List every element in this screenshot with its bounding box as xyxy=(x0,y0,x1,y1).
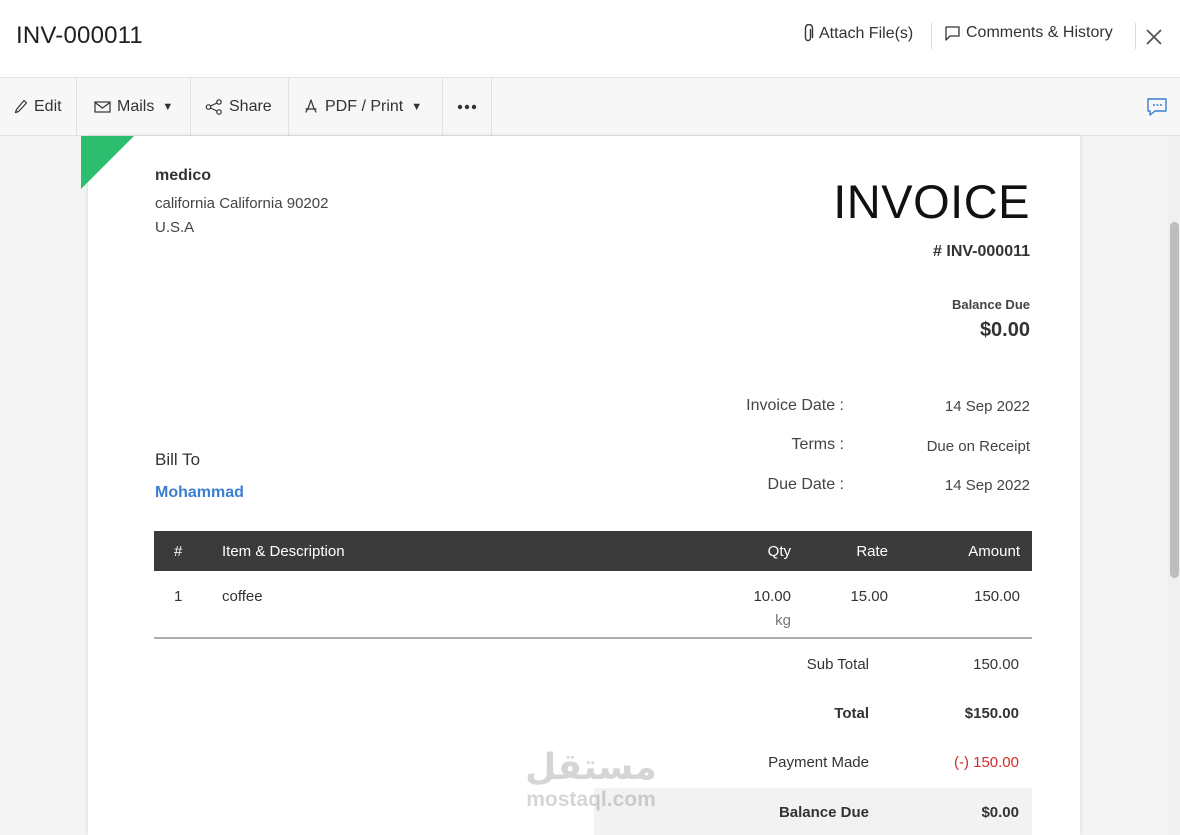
organization-address-line: california California 90202 xyxy=(155,195,329,212)
items-table-header: # Item & Description Qty Rate Amount xyxy=(154,531,1032,571)
customer-name-link[interactable]: Mohammad xyxy=(155,484,244,502)
column-header-rate: Rate xyxy=(856,543,888,560)
invoice-title: INV-000011 xyxy=(16,22,143,49)
chevron-down-icon: ▼ xyxy=(411,100,423,113)
column-header-item: Item & Description xyxy=(222,543,345,560)
due-date-label: Due Date : xyxy=(767,476,844,493)
row-number: 1 xyxy=(174,588,183,605)
header-divider xyxy=(1135,23,1136,49)
more-options-button[interactable] xyxy=(443,78,492,135)
more-dots-icon xyxy=(457,104,477,109)
row-item-description: coffee xyxy=(222,588,263,605)
row-quantity: 10.00 xyxy=(753,588,791,605)
terms-value: Due on Receipt xyxy=(926,438,1030,455)
envelope-icon xyxy=(94,100,111,113)
close-icon[interactable] xyxy=(1143,26,1165,48)
status-ribbon xyxy=(81,136,134,189)
watermark-latin: mostaql.com xyxy=(526,788,656,811)
paperclip-icon xyxy=(804,24,814,42)
mails-dropdown[interactable]: Mails ▼ xyxy=(80,78,191,135)
mostaql-watermark: مستقل mostaql.com xyxy=(516,748,666,820)
invoice-date-label: Invoice Date : xyxy=(746,397,844,414)
organization-name: medico xyxy=(155,167,212,184)
row-rate: 15.00 xyxy=(850,588,888,605)
row-amount: 150.00 xyxy=(974,588,1020,605)
bill-to-label: Bill To xyxy=(155,450,201,469)
action-toolbar: Edit Mails ▼ Share PDF / Print ▼ xyxy=(0,78,1180,136)
share-button[interactable]: Share xyxy=(191,78,289,135)
invoice-date-value: 14 Sep 2022 xyxy=(944,398,1030,415)
scrollbar-thumb[interactable] xyxy=(1170,222,1179,578)
pencil-icon xyxy=(14,99,28,113)
table-divider xyxy=(154,637,1032,639)
pdf-print-dropdown[interactable]: PDF / Print ▼ xyxy=(289,78,443,135)
edit-label: Edit xyxy=(34,97,62,115)
watermark-arabic: مستقل xyxy=(525,747,657,788)
edit-button[interactable]: Edit xyxy=(0,78,77,135)
column-header-qty: Qty xyxy=(767,543,791,560)
pdf-icon xyxy=(305,98,317,113)
payment-made-value: (-) 150.00 xyxy=(953,754,1019,771)
column-header-number: # xyxy=(174,543,183,560)
comments-history-button[interactable]: Comments & History xyxy=(944,24,1113,42)
payment-made-label: Payment Made xyxy=(768,754,869,771)
attach-files-button[interactable]: Attach File(s) xyxy=(802,24,913,44)
balance-due-value: $0.00 xyxy=(979,319,1030,341)
invoice-heading: INVOICE xyxy=(833,175,1030,228)
attach-files-label: Attach File(s) xyxy=(819,25,914,42)
invoice-number: # INV-000011 xyxy=(933,243,1030,260)
row-unit: kg xyxy=(775,612,791,629)
column-header-amount: Amount xyxy=(968,543,1020,560)
chat-icon[interactable] xyxy=(1146,96,1168,118)
comments-history-label: Comments & History xyxy=(966,24,1113,41)
page-header: INV-000011 Attach File(s) Comments & His… xyxy=(0,0,1180,78)
share-icon xyxy=(205,98,222,115)
balance-due-summary-value: $0.00 xyxy=(981,804,1019,821)
due-date-value: 14 Sep 2022 xyxy=(944,477,1030,494)
organization-country: U.S.A xyxy=(155,219,195,236)
subtotal-value: 150.00 xyxy=(973,656,1019,673)
mails-label: Mails xyxy=(117,97,155,115)
chevron-down-icon: ▼ xyxy=(162,100,174,113)
invoice-document: medico california California 90202 U.S.A… xyxy=(88,136,1080,835)
terms-label: Terms : xyxy=(791,436,844,453)
header-divider xyxy=(931,23,932,49)
total-value: $150.00 xyxy=(964,705,1019,722)
share-label: Share xyxy=(229,97,272,115)
comment-icon xyxy=(945,25,960,41)
total-label: Total xyxy=(834,705,869,722)
subtotal-label: Sub Total xyxy=(806,656,869,673)
balance-due-label: Balance Due xyxy=(951,297,1030,312)
balance-due-summary-label: Balance Due xyxy=(778,804,869,821)
pdf-print-label: PDF / Print xyxy=(325,97,404,115)
